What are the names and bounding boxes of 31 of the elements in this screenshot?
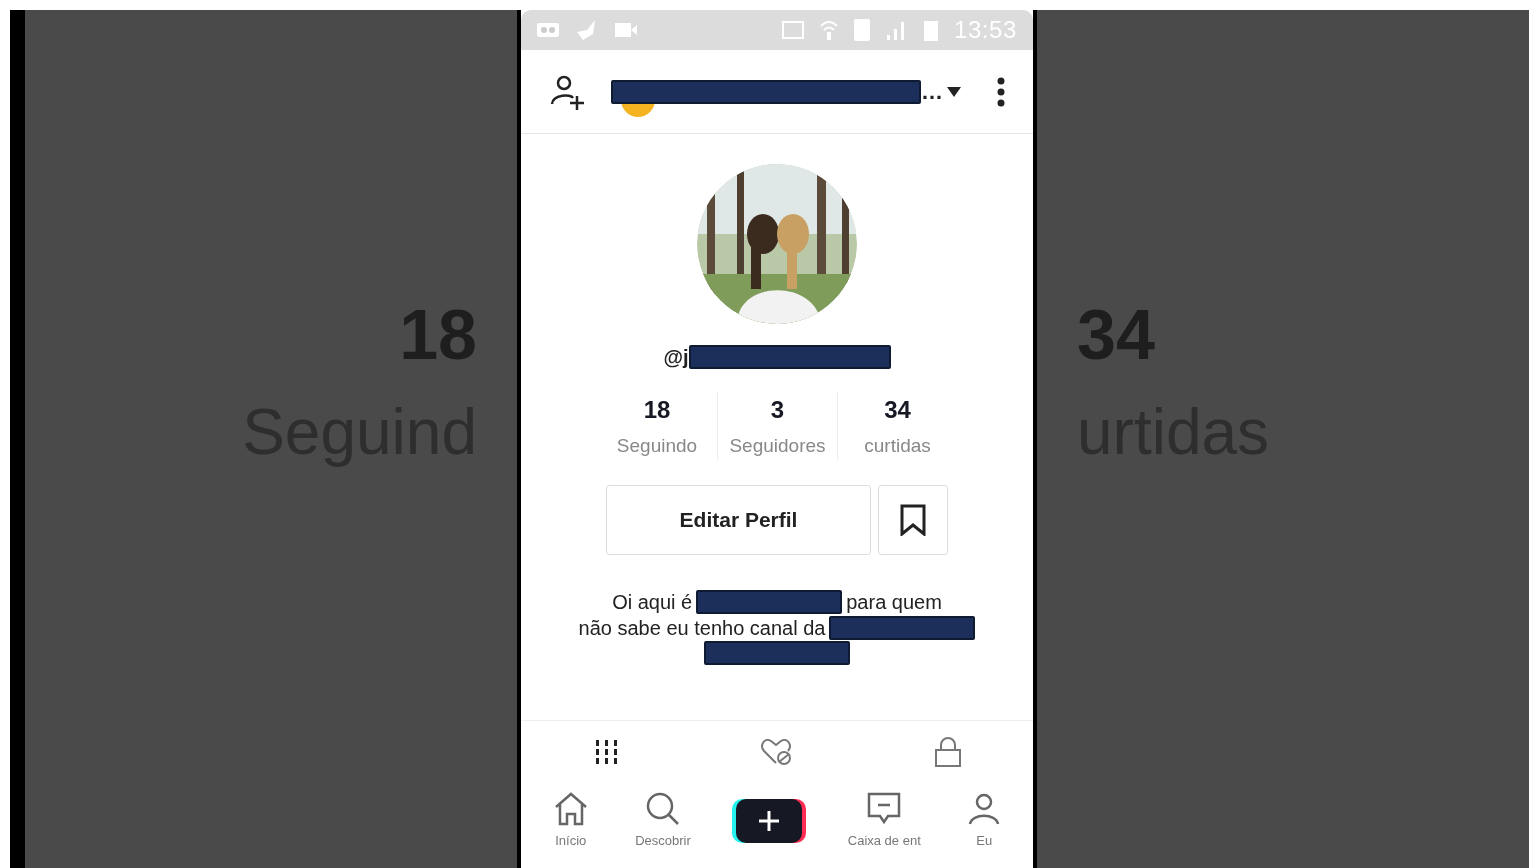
username: @j	[663, 345, 689, 370]
plus-icon	[758, 810, 781, 832]
caret-icon[interactable]	[947, 86, 961, 97]
lock-icon[interactable]	[932, 735, 963, 768]
wifi-icon	[819, 20, 838, 40]
nav-tab[interactable]: Início	[551, 791, 590, 851]
stat-count: 3	[770, 395, 785, 425]
heart-hidden-icon[interactable]	[760, 736, 794, 767]
battery-icon	[923, 19, 938, 41]
camera-icon	[615, 23, 637, 37]
grid-icon[interactable]	[593, 737, 620, 766]
account-title[interactable]: …	[921, 75, 943, 108]
stat-label: Seguidores	[729, 434, 826, 458]
bio-text: não sabe eu tenho canal da	[578, 615, 826, 641]
stat-label: curtidas	[864, 434, 931, 458]
stat-label: Seguindo	[616, 434, 698, 458]
cast-icon	[781, 21, 804, 39]
nav-tab[interactable]: Descobrir	[635, 791, 691, 851]
nav-tab[interactable]: Eu	[966, 791, 1003, 851]
more-icon[interactable]	[997, 76, 1005, 107]
nav-tab[interactable]: Caixa de ent	[847, 791, 921, 851]
bookmark-button[interactable]	[878, 484, 948, 555]
add-user-icon[interactable]	[549, 73, 587, 110]
sim-icon	[853, 19, 870, 41]
stat-count: 34	[884, 395, 911, 425]
edit-profile-button[interactable]: Editar Perfil	[606, 484, 871, 555]
bookmark-icon	[900, 503, 926, 536]
bio-text: para quem	[846, 589, 942, 615]
voicemail-icon	[537, 23, 559, 37]
bio-text: Oi aqui é	[612, 589, 693, 615]
stat-count: 18	[643, 395, 671, 425]
